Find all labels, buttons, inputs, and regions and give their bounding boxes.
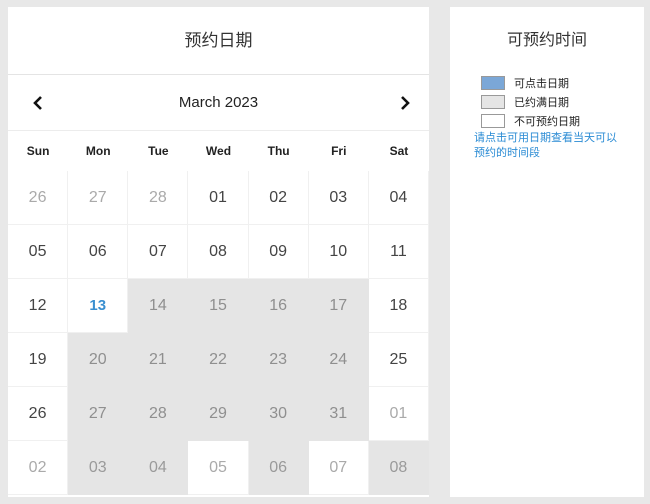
- chevron-left-icon: [33, 95, 42, 110]
- calendar-day: 22: [188, 333, 249, 387]
- availability-hint: 请点击可用日期查看当天可以预约的时间段: [474, 132, 617, 159]
- calendar-day: 01: [368, 387, 429, 441]
- calendar-day[interactable]: 07: [128, 225, 189, 279]
- availability-title: 可预约时间: [506, 32, 587, 49]
- calendar-day[interactable]: 10: [308, 225, 369, 279]
- month-navigation: March 2023: [8, 75, 429, 131]
- weekday-header: Sun Mon Tue Wed Thu Fri Sat: [8, 131, 429, 171]
- legend-swatch: [481, 75, 505, 90]
- calendar-day[interactable]: 05: [8, 225, 69, 279]
- calendar-day[interactable]: 18: [368, 279, 429, 333]
- calendar-day: 28: [128, 171, 189, 225]
- calendar-day: 03: [68, 441, 129, 495]
- calendar-day[interactable]: 13: [68, 279, 129, 333]
- weekday-label: Mon: [85, 144, 111, 158]
- calendar-day[interactable]: 04: [368, 171, 429, 225]
- calendar-day: 24: [308, 333, 369, 387]
- calendar-day: 07: [308, 441, 369, 495]
- weekday-label: Thu: [267, 144, 290, 158]
- weekday-label: Wed: [205, 144, 232, 158]
- calendar-day[interactable]: 03: [308, 171, 369, 225]
- calendar-day: 16: [248, 279, 309, 333]
- calendar-day: 30: [248, 387, 309, 441]
- calendar-title: 预约日期: [8, 7, 429, 75]
- calendar-day[interactable]: 02: [248, 171, 309, 225]
- calendar-day: 15: [188, 279, 249, 333]
- calendar-day: 21: [128, 333, 189, 387]
- calendar-day: 06: [248, 441, 309, 495]
- next-month-button[interactable]: [385, 75, 425, 130]
- legend-swatch: [481, 94, 505, 109]
- legend-item-full: 已约满日期: [481, 93, 644, 110]
- chevron-right-icon: [401, 95, 410, 110]
- month-label: March 2023: [178, 94, 259, 111]
- availability-panel: 可预约时间 可点击日期 已约满日期 不可预约日期 请点击可用日期查看当天可以预约…: [450, 7, 644, 497]
- calendar-day[interactable]: 08: [188, 225, 249, 279]
- calendar-day[interactable]: 26: [8, 387, 69, 441]
- calendar-day: 31: [308, 387, 369, 441]
- prev-month-button[interactable]: [18, 75, 58, 130]
- calendar-day[interactable]: 19: [8, 333, 69, 387]
- calendar-day: 29: [188, 387, 249, 441]
- legend-label: 可点击日期: [514, 77, 569, 90]
- legend-swatch: [481, 113, 505, 128]
- legend-item-clickable: 可点击日期: [481, 74, 644, 91]
- calendar-day: 17: [308, 279, 369, 333]
- weekday-label: Tue: [148, 144, 169, 158]
- calendar-day: 27: [68, 171, 129, 225]
- legend-label: 不可预约日期: [514, 115, 580, 128]
- calendar-day: 23: [248, 333, 309, 387]
- calendar-day: 08: [368, 441, 429, 495]
- calendar-day: 14: [128, 279, 189, 333]
- weekday-label: Fri: [331, 144, 347, 158]
- calendar-day: 20: [68, 333, 129, 387]
- calendar-day: 02: [8, 441, 69, 495]
- calendar-day: 04: [128, 441, 189, 495]
- calendar-day[interactable]: 06: [68, 225, 129, 279]
- calendar-day: 28: [128, 387, 189, 441]
- calendar-day: 27: [68, 387, 129, 441]
- calendar-panel: 预约日期 March 2023 Sun Mon Tue Wed Thu Fri …: [8, 7, 429, 497]
- calendar-day-grid: 26 27 28 01 02 03 04 05 06 07 08 09 10 11 12 13 14 15 16 17…: [8, 171, 429, 495]
- legend: 可点击日期 已约满日期 不可预约日期: [450, 74, 644, 129]
- calendar-day[interactable]: 25: [368, 333, 429, 387]
- weekday-label: Sat: [389, 144, 409, 158]
- weekday-label: Sun: [26, 144, 50, 158]
- calendar-day: 26: [8, 171, 69, 225]
- legend-item-unavailable: 不可预约日期: [481, 112, 644, 129]
- calendar-day[interactable]: 01: [188, 171, 249, 225]
- calendar-day[interactable]: 11: [368, 225, 429, 279]
- calendar-day[interactable]: 09: [248, 225, 309, 279]
- calendar-day[interactable]: 12: [8, 279, 69, 333]
- legend-label: 已约满日期: [514, 96, 569, 109]
- calendar-day: 05: [188, 441, 249, 495]
